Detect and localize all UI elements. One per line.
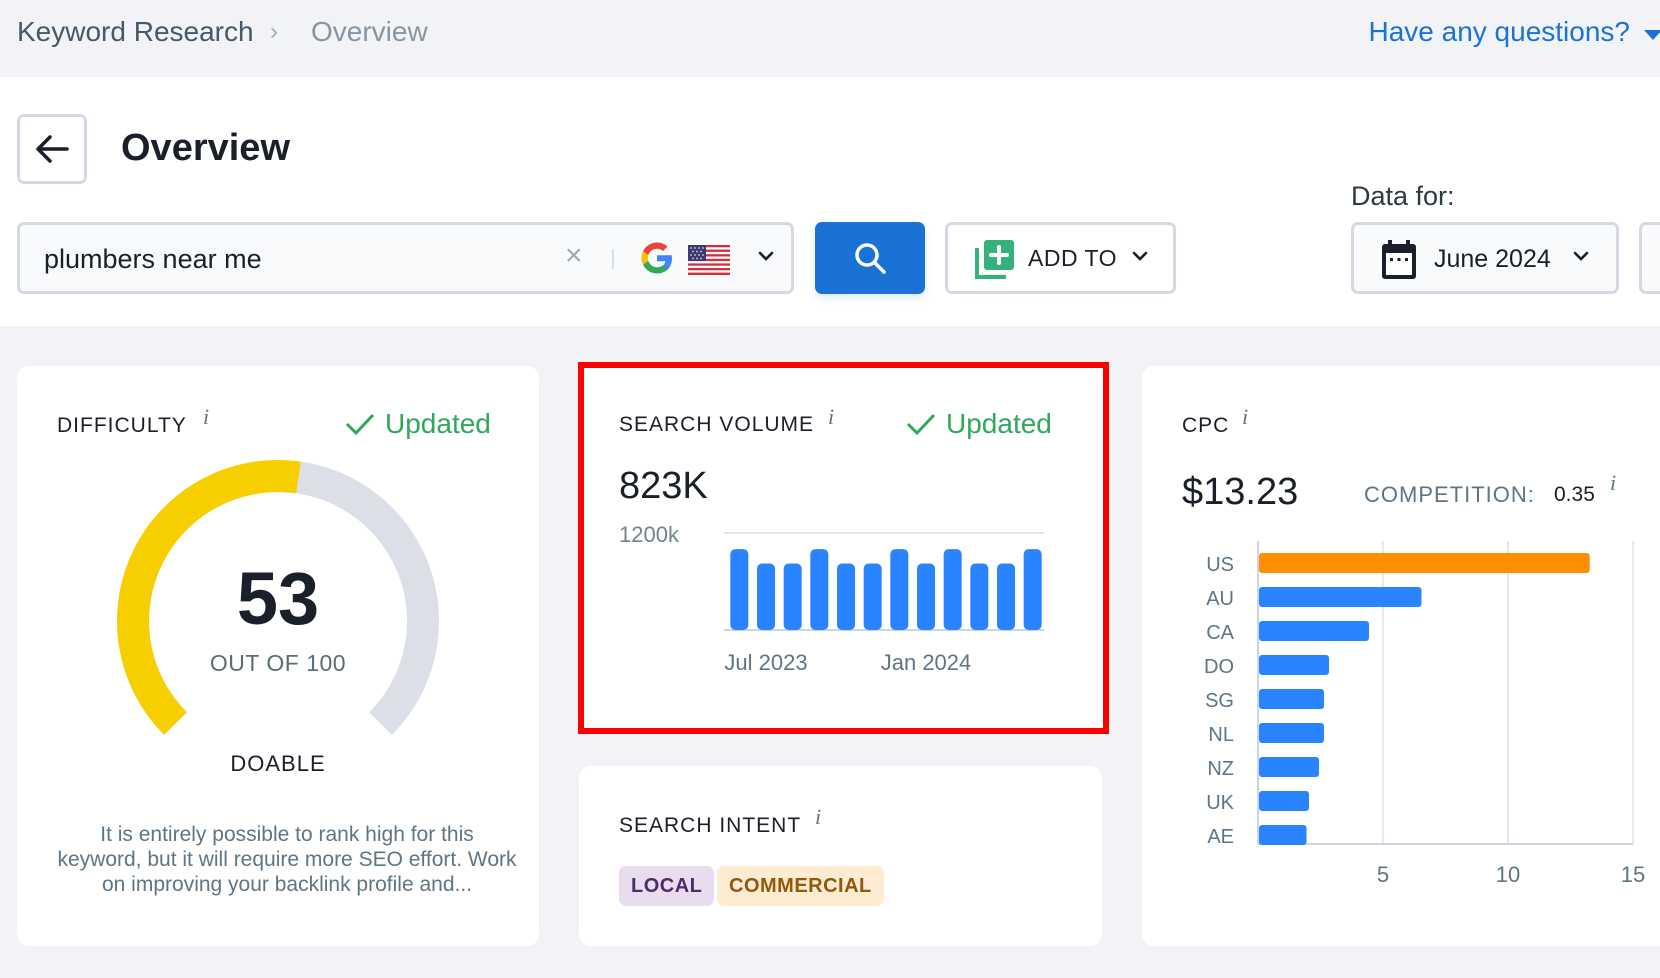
arrow-left-icon xyxy=(36,135,69,163)
country-label: CA xyxy=(1206,622,1234,644)
x-tick-label: 5 xyxy=(1377,862,1389,887)
add-to-button[interactable]: ADD TO xyxy=(945,222,1176,294)
add-to-list-icon xyxy=(975,240,1014,279)
keyword-input[interactable] xyxy=(44,241,514,277)
date-label: June 2024 xyxy=(1434,245,1551,273)
country-label: AE xyxy=(1207,826,1234,848)
country-bar[interactable] xyxy=(1259,757,1319,777)
info-icon[interactable]: i xyxy=(1242,404,1248,430)
country-label: AU xyxy=(1206,588,1234,610)
country-bar[interactable] xyxy=(1259,723,1324,743)
search-button[interactable] xyxy=(815,222,925,294)
volume-bar[interactable] xyxy=(917,563,935,630)
difficulty-description: It is entirely possible to rank high for… xyxy=(57,823,517,896)
updated-status: Updated xyxy=(906,408,1052,440)
info-icon[interactable]: i xyxy=(203,404,209,430)
cpc-value: $13.23 xyxy=(1182,471,1299,513)
x-tick-label: 10 xyxy=(1496,862,1520,887)
check-icon xyxy=(345,413,375,436)
back-button[interactable] xyxy=(17,114,87,184)
search-icon xyxy=(855,243,886,274)
country-label: NL xyxy=(1208,724,1234,746)
info-icon[interactable]: i xyxy=(828,404,834,430)
volume-bar[interactable] xyxy=(863,563,882,630)
x-tick-label: 15 xyxy=(1621,862,1645,887)
updated-status: Updated xyxy=(345,408,491,440)
difficulty-level: DOABLE xyxy=(230,751,326,776)
breadcrumb-overview: Overview xyxy=(311,16,428,47)
search-intent-card: SEARCH INTENT i LOCAL COMMERCIAL xyxy=(579,766,1102,946)
breadcrumb-keyword-research[interactable]: Keyword Research xyxy=(17,16,254,48)
search-volume-title: SEARCH VOLUME xyxy=(619,413,815,436)
updated-label: Updated xyxy=(946,408,1052,439)
page-title: Overview xyxy=(121,127,290,169)
cpc-card: CPC i $13.23 COMPETITION: 0.35 i US AU CA D… xyxy=(1142,366,1660,946)
volume-bar[interactable] xyxy=(1023,549,1042,630)
intent-badge-commercial: COMMERCIAL xyxy=(717,866,884,906)
calendar-icon xyxy=(1382,240,1416,279)
search-volume-value: 823K xyxy=(619,465,708,507)
country-label: SG xyxy=(1205,690,1234,712)
country-bar[interactable] xyxy=(1259,587,1422,607)
volume-bar[interactable] xyxy=(810,549,829,630)
difficulty-card: DIFFICULTY i Updated 53 OUT OF 100 DOABL… xyxy=(17,366,539,946)
google-icon[interactable] xyxy=(639,240,675,276)
chevron-down-icon xyxy=(1573,251,1589,261)
volume-bar[interactable] xyxy=(890,549,909,630)
cpc-country-chart: US AU CA DO SG NL NZ UK AE 5 10 15 xyxy=(1204,541,1645,887)
caret-down-icon[interactable] xyxy=(1644,30,1660,40)
clear-icon[interactable]: × xyxy=(565,239,583,273)
country-bar[interactable] xyxy=(1259,689,1324,709)
country-bar[interactable] xyxy=(1259,825,1307,845)
country-bar[interactable] xyxy=(1259,791,1309,811)
country-bar[interactable] xyxy=(1259,621,1369,641)
top-bar: Keyword Research › Overview Have any que… xyxy=(0,0,1660,77)
us-flag-icon[interactable] xyxy=(688,245,730,275)
difficulty-title: DIFFICULTY xyxy=(57,414,187,437)
info-icon[interactable]: i xyxy=(1610,470,1616,496)
country-bar[interactable] xyxy=(1259,655,1329,675)
updated-label: Updated xyxy=(385,408,491,439)
date-selector[interactable]: June 2024 xyxy=(1351,222,1619,294)
chevron-down-icon xyxy=(1132,251,1148,261)
keyword-search-box: × xyxy=(17,222,794,294)
volume-bar[interactable] xyxy=(837,563,855,630)
volume-bar[interactable] xyxy=(997,563,1015,630)
search-intent-title: SEARCH INTENT xyxy=(619,814,802,837)
search-volume-card: SEARCH VOLUME i Updated 823K 1200k Jul 20… xyxy=(584,368,1103,728)
check-icon xyxy=(906,413,936,436)
difficulty-score: 53 xyxy=(236,557,320,640)
info-icon[interactable]: i xyxy=(815,804,821,830)
divider xyxy=(612,249,614,269)
cpc-title: CPC xyxy=(1182,414,1230,437)
breadcrumb-separator-icon: › xyxy=(270,18,278,45)
country-label: US xyxy=(1206,554,1234,576)
x-tick-label: Jan 2024 xyxy=(881,650,972,675)
country-label: UK xyxy=(1206,792,1234,814)
add-to-label: ADD TO xyxy=(1028,245,1118,271)
country-label: NZ xyxy=(1207,758,1234,780)
help-label: Have any questions? xyxy=(1368,16,1630,47)
volume-bar[interactable] xyxy=(730,549,749,630)
x-tick-label: Jul 2023 xyxy=(724,650,807,675)
help-link[interactable]: Have any questions? xyxy=(1368,16,1630,48)
country-bar[interactable] xyxy=(1259,553,1590,573)
chevron-down-icon[interactable] xyxy=(757,247,775,265)
volume-bar[interactable] xyxy=(783,563,802,630)
volume-bar[interactable] xyxy=(757,563,775,630)
more-options-button[interactable] xyxy=(1639,222,1660,294)
volume-bar[interactable] xyxy=(970,563,989,630)
country-label: DO xyxy=(1204,656,1234,678)
competition-value: 0.35 xyxy=(1554,483,1595,506)
difficulty-out-of: OUT OF 100 xyxy=(209,650,347,676)
intent-badge-local: LOCAL xyxy=(619,866,715,906)
data-for-label: Data for: xyxy=(1351,181,1455,211)
page-header: Overview × xyxy=(0,77,1660,326)
competition-label: COMPETITION: xyxy=(1364,482,1535,507)
search-volume-chart: 1200k Jul 2023 Jan 2024 xyxy=(619,522,1044,675)
y-tick-label: 1200k xyxy=(619,522,680,547)
volume-bar[interactable] xyxy=(943,549,962,630)
